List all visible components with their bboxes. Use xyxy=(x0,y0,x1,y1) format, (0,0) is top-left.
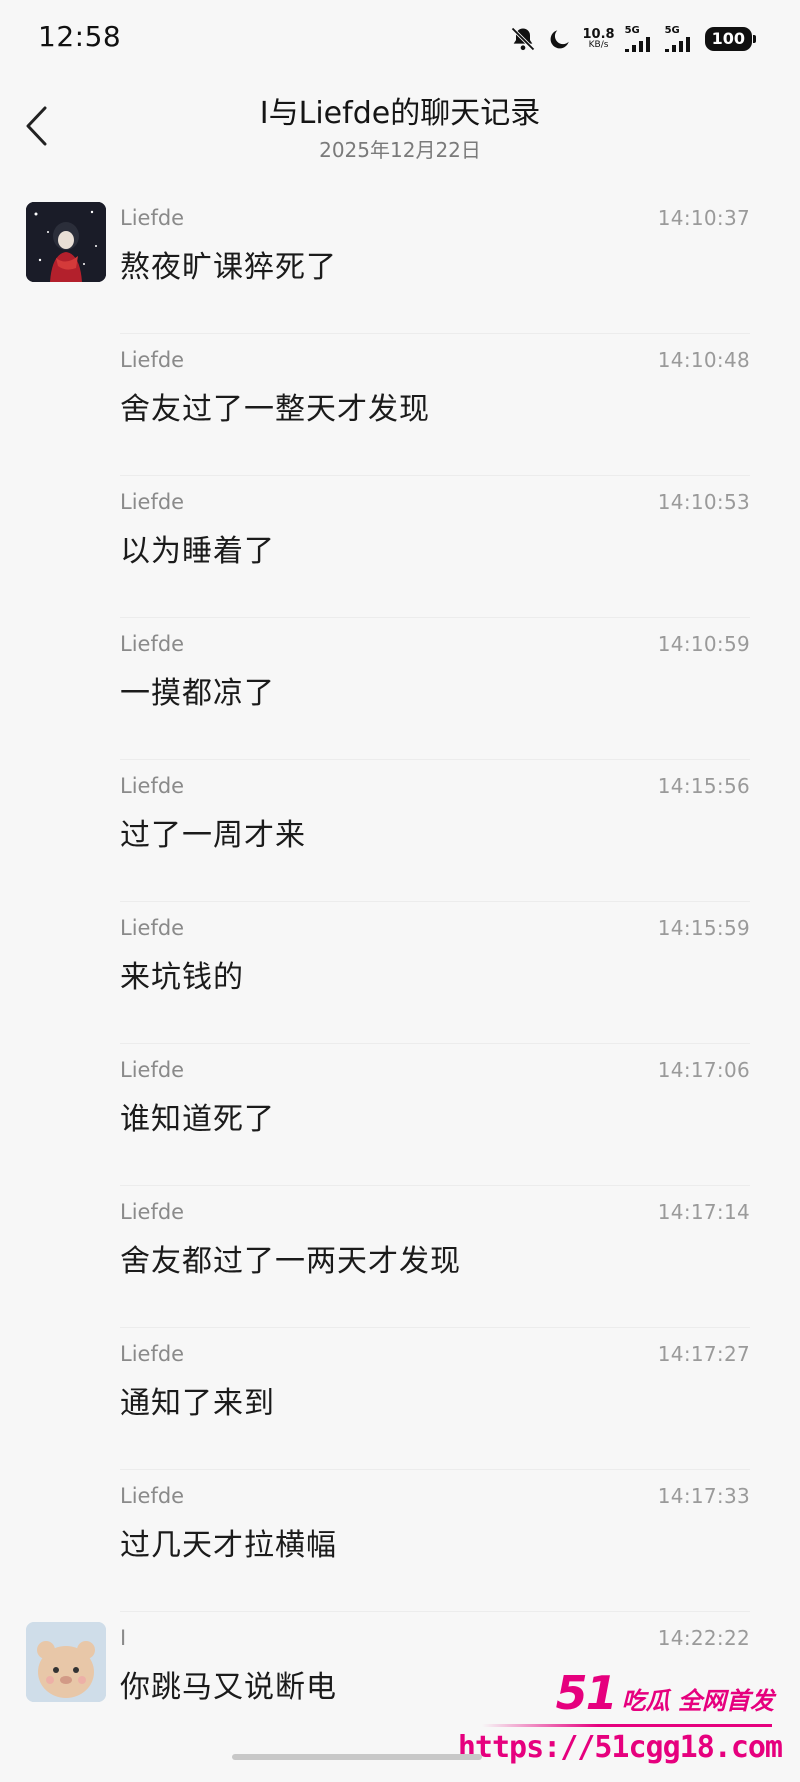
message-time: 14:10:53 xyxy=(657,490,750,514)
list-item[interactable]: Liefde 14:10:53 以为睡着了 xyxy=(0,478,800,620)
sender-name: Liefde xyxy=(120,1200,185,1224)
message-text: 通知了来到 xyxy=(120,1386,275,1421)
sender-name: Liefde xyxy=(120,206,185,230)
divider xyxy=(120,475,750,476)
divider xyxy=(120,1469,750,1470)
list-item[interactable]: Liefde 14:10:37 熬夜旷课猝死了 xyxy=(0,194,800,336)
list-item[interactable]: Liefde 14:10:59 一摸都凉了 xyxy=(0,620,800,762)
status-icons: 10.8 KB/s 5G 5G 100 xyxy=(509,24,757,54)
message-time: 14:10:37 xyxy=(657,206,750,230)
message-text: 过几天才拉横幅 xyxy=(120,1528,337,1563)
sender-name: Liefde xyxy=(120,916,185,940)
avatar-i[interactable] xyxy=(26,1622,106,1702)
list-item[interactable]: Liefde 14:10:48 舍友过了一整天才发现 xyxy=(0,336,800,478)
message-text: 以为睡着了 xyxy=(120,534,275,569)
message-time: 14:15:56 xyxy=(657,774,750,798)
bell-off-icon xyxy=(509,25,537,53)
page-date: 2025年12月22日 xyxy=(319,138,481,162)
watermark-brand: 51 吃瓜 全网首发 xyxy=(556,1666,774,1720)
sender-name: Liefde xyxy=(120,1342,185,1366)
status-time: 12:58 xyxy=(38,20,122,53)
message-text: 你跳马又说断电 xyxy=(120,1670,337,1705)
signal-icon xyxy=(624,37,650,52)
list-item[interactable]: Liefde 14:17:06 谁知道死了 xyxy=(0,1046,800,1188)
sender-name: Liefde xyxy=(120,490,185,514)
message-time: 14:17:14 xyxy=(657,1200,750,1224)
divider xyxy=(120,333,750,334)
signal-2: 5G xyxy=(664,25,695,52)
watermark-url: https://51cgg18.com xyxy=(457,1730,783,1765)
watermark-text: 吃瓜 全网首发 xyxy=(621,1687,774,1715)
message-text: 过了一周才来 xyxy=(120,818,306,853)
moon-icon xyxy=(547,26,573,52)
message-text: 谁知道死了 xyxy=(120,1102,275,1137)
watermark-number: 51 xyxy=(555,1666,618,1720)
home-indicator[interactable] xyxy=(232,1754,482,1760)
avatar-liefde[interactable] xyxy=(26,202,106,282)
net-speed: 10.8 KB/s xyxy=(583,28,615,50)
sender-name: Liefde xyxy=(120,1058,185,1082)
message-text: 来坑钱的 xyxy=(120,960,244,995)
signal-1-label: 5G xyxy=(624,25,640,36)
message-time: 14:10:48 xyxy=(657,348,750,372)
watermark: 51 吃瓜 全网首发 https://51cgg18.com xyxy=(458,1666,783,1766)
signal-icon xyxy=(664,37,690,52)
divider xyxy=(120,1043,750,1044)
divider xyxy=(120,759,750,760)
list-item[interactable]: Liefde 14:17:14 舍友都过了一两天才发现 xyxy=(0,1188,800,1330)
status-bar: 12:58 10.8 KB/s 5G 5G 100 xyxy=(0,0,800,78)
divider xyxy=(120,1185,750,1186)
message-text: 熬夜旷课猝死了 xyxy=(120,250,337,285)
message-time: 14:17:27 xyxy=(657,1342,750,1366)
message-list[interactable]: Liefde 14:10:37 熬夜旷课猝死了 Liefde 14:10:48 … xyxy=(0,194,800,1756)
message-time: 14:17:33 xyxy=(657,1484,750,1508)
sender-name: Liefde xyxy=(120,632,185,656)
net-speed-unit: KB/s xyxy=(588,40,609,50)
message-time: 14:10:59 xyxy=(657,632,750,656)
chat-history-screen: 12:58 10.8 KB/s 5G 5G 100 I与Liefde的聊天记录 … xyxy=(0,0,800,1782)
message-time: 14:22:22 xyxy=(657,1626,750,1650)
page-title: I与Liefde的聊天记录 xyxy=(259,96,541,131)
signal-1: 5G xyxy=(624,25,655,52)
list-item[interactable]: Liefde 14:15:59 来坑钱的 xyxy=(0,904,800,1046)
message-time: 14:17:06 xyxy=(657,1058,750,1082)
signal-2-label: 5G xyxy=(664,25,680,36)
sender-name: Liefde xyxy=(120,348,185,372)
message-text: 舍友都过了一两天才发现 xyxy=(120,1244,461,1279)
chat-header: I与Liefde的聊天记录 2025年12月22日 xyxy=(0,82,800,174)
message-text: 一摸都凉了 xyxy=(120,676,275,711)
message-time: 14:15:59 xyxy=(657,916,750,940)
sender-name: I xyxy=(120,1626,127,1650)
divider xyxy=(120,1327,750,1328)
divider xyxy=(120,617,750,618)
watermark-line xyxy=(482,1724,772,1727)
divider xyxy=(120,1611,750,1612)
list-item[interactable]: Liefde 14:17:33 过几天才拉横幅 xyxy=(0,1472,800,1614)
message-text: 舍友过了一整天才发现 xyxy=(120,392,430,427)
list-item[interactable]: Liefde 14:17:27 通知了来到 xyxy=(0,1330,800,1472)
sender-name: Liefde xyxy=(120,774,185,798)
divider xyxy=(120,901,750,902)
list-item[interactable]: Liefde 14:15:56 过了一周才来 xyxy=(0,762,800,904)
sender-name: Liefde xyxy=(120,1484,185,1508)
battery-icon: 100 xyxy=(704,27,757,51)
